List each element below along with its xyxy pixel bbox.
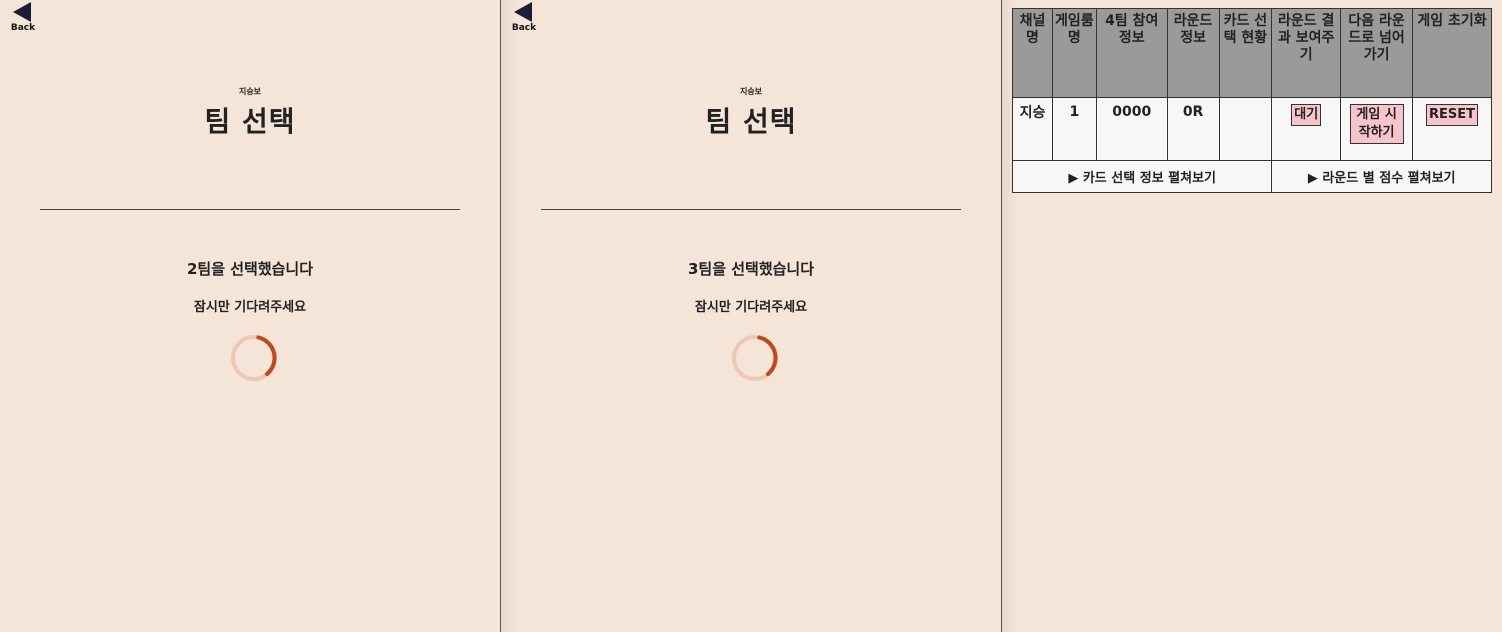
selected-team-message: 3팀을 선택했습니다 [687,260,815,278]
header-round-info: 라운드 정보 [1166,8,1220,98]
cell-channel: 지승 [1012,97,1053,161]
cell-team4-info: 0000 [1095,97,1168,161]
user-name: 지승보 [238,87,262,96]
divider [541,209,961,210]
header-team4-info: 4팀 참여 정보 [1095,8,1168,98]
header-next-round: 다음 라운드로 넘어가기 [1340,8,1414,98]
cell-reset: RESET [1412,97,1492,161]
page-title: 팀 선택 [204,105,296,138]
cell-next-round: 게임 시작하기 [1340,97,1414,161]
header-show-result: 라운드 결과 보여주기 [1271,8,1342,98]
card-info-toggle[interactable]: ▶ 카드 선택 정보 펼쳐보기 [1011,160,1273,193]
table-row: 지승 1 0000 0R 대기 게임 시작하기 RESET [1012,97,1492,161]
loading-spinner-icon [231,335,277,381]
start-game-button[interactable]: 게임 시작하기 [1349,104,1404,144]
wait-message: 잠시만 기다려주세요 [694,300,808,315]
back-label: Back [511,23,537,33]
back-arrow-icon [514,2,532,22]
reset-button[interactable]: RESET [1426,104,1479,126]
divider [40,209,460,210]
user-name: 지승보 [739,87,763,96]
cell-show-result: 대기 [1271,97,1342,161]
loading-spinner-icon [732,335,778,381]
back-arrow-icon [13,2,31,22]
header-channel: 채널명 [1012,8,1053,98]
page-title: 팀 선택 [705,105,797,138]
player-screen-1: Back 지승보 팀 선택 2팀을 선택했습니다 잠시만 기다려주세요 [0,0,501,632]
show-result-button[interactable]: 대기 [1291,104,1322,126]
header-card-status: 카드 선택 현황 [1218,8,1273,98]
back-button[interactable]: Back [511,2,537,33]
game-admin-table: 채널명 게임룸명 4팀 참여 정보 라운드 정보 카드 선택 현황 라운드 결과… [1011,8,1492,193]
back-button[interactable]: Back [10,2,36,33]
admin-screen: 채널명 게임룸명 4팀 참여 정보 라운드 정보 카드 선택 현황 라운드 결과… [1002,0,1502,632]
header-room: 게임룸명 [1051,8,1097,98]
wait-message: 잠시만 기다려주세요 [193,300,307,315]
back-label: Back [10,23,36,33]
cell-room: 1 [1051,97,1097,161]
round-score-toggle[interactable]: ▶ 라운드 별 점수 펼쳐보기 [1271,160,1492,193]
cell-card-status [1218,97,1273,161]
player-screen-2: Back 지승보 팀 선택 3팀을 선택했습니다 잠시만 기다려주세요 [501,0,1002,632]
footer-row: ▶ 카드 선택 정보 펼쳐보기 ▶ 라운드 별 점수 펼쳐보기 [1011,160,1492,193]
selected-team-message: 2팀을 선택했습니다 [186,260,314,278]
header-reset-game: 게임 초기화 [1412,8,1492,98]
cell-round-info: 0R [1166,97,1220,161]
